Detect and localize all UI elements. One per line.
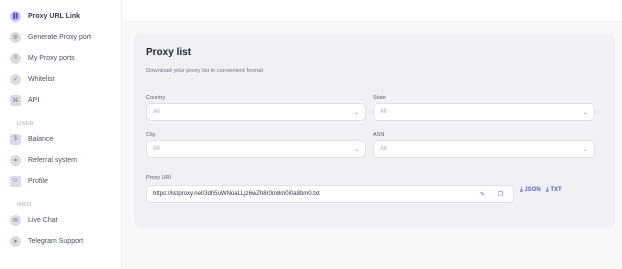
sidebar-item-label: Generate Proxy port bbox=[28, 33, 92, 41]
section-title-info: INFO bbox=[17, 202, 32, 208]
link-icon: ⛓ bbox=[10, 10, 21, 22]
sidebar-item-proxy-url-link[interactable]: ⛓ Proxy URL Link bbox=[10, 8, 80, 24]
download-icon: ⤓ bbox=[546, 187, 549, 193]
sidebar-item-label: Profile bbox=[28, 177, 48, 185]
section-title-user: USER bbox=[17, 121, 34, 127]
sidebar-item-balance[interactable]: $ Balance bbox=[10, 131, 53, 147]
referral-icon: ⚭ bbox=[10, 154, 21, 166]
sidebar-item-telegram-support[interactable]: ➤ Telegram Support bbox=[10, 233, 83, 249]
top-bar bbox=[123, 0, 622, 22]
country-select[interactable]: All ⌄ bbox=[146, 103, 366, 121]
state-select[interactable]: All ⌄ bbox=[373, 103, 595, 121]
json-download-link[interactable]: ⤓ JSON bbox=[520, 187, 541, 194]
country-label: Country bbox=[146, 95, 166, 101]
chevron-down-icon: ⌄ bbox=[582, 147, 588, 153]
proxy-uri-field[interactable]: https://listproxy.net/3dh5uWNoaLLjz6wZh8… bbox=[146, 185, 514, 203]
asn-select[interactable]: All ⌄ bbox=[373, 140, 595, 158]
sidebar-item-referral-system[interactable]: ⚭ Referral system bbox=[10, 152, 77, 168]
city-label: City bbox=[146, 132, 156, 138]
asn-select-value: All bbox=[380, 146, 387, 152]
city-select[interactable]: All ⌄ bbox=[146, 140, 366, 158]
chevron-down-icon: ⌄ bbox=[353, 110, 359, 116]
txt-label: TXT bbox=[550, 187, 562, 193]
chat-icon: ✉ bbox=[10, 214, 21, 226]
txt-download-link[interactable]: ⤓ TXT bbox=[546, 187, 562, 194]
profile-icon: ☺ bbox=[10, 175, 21, 187]
page-title: Proxy list bbox=[146, 47, 192, 58]
sidebar-item-label: Live Chat bbox=[28, 216, 58, 224]
ports-icon: ≡ bbox=[10, 52, 21, 64]
edit-icon[interactable]: ✎ bbox=[478, 190, 487, 199]
chevron-down-icon: ⌄ bbox=[582, 110, 588, 116]
proxy-list-card: Proxy list Download your proxy list in c… bbox=[134, 34, 615, 229]
json-label: JSON bbox=[524, 187, 541, 193]
sidebar-item-whitelist[interactable]: ✓ Whitelist bbox=[10, 71, 54, 87]
whitelist-icon: ✓ bbox=[10, 73, 21, 85]
sidebar-item-label: Proxy URL Link bbox=[28, 12, 80, 20]
sidebar-item-label: Referral system bbox=[28, 156, 78, 164]
sidebar-item-label: Balance bbox=[28, 135, 54, 143]
main-content: Proxy list Download your proxy list in c… bbox=[123, 23, 622, 269]
sidebar-item-label: Whitelist bbox=[28, 75, 55, 83]
state-select-value: All bbox=[380, 109, 387, 115]
sidebar-item-api[interactable]: ⌘ API bbox=[10, 92, 39, 108]
copy-icon[interactable]: ❐ bbox=[496, 190, 505, 199]
generate-icon: ⚙ bbox=[10, 31, 21, 43]
country-select-value: All bbox=[153, 109, 160, 115]
sidebar: ⛓ Proxy URL Link ⚙ Generate Proxy port ≡… bbox=[0, 0, 122, 269]
sidebar-item-generate-proxy-port[interactable]: ⚙ Generate Proxy port bbox=[10, 29, 91, 45]
sidebar-item-label: Telegram Support bbox=[28, 237, 84, 245]
sidebar-item-label: My Proxy ports bbox=[28, 54, 75, 62]
chevron-down-icon: ⌄ bbox=[353, 147, 359, 153]
state-label: State bbox=[373, 95, 386, 101]
page-subtitle: Download your proxy list in convenient f… bbox=[146, 68, 263, 74]
download-icon: ⤓ bbox=[520, 187, 523, 193]
telegram-icon: ➤ bbox=[10, 235, 21, 247]
sidebar-item-live-chat[interactable]: ✉ Live Chat bbox=[10, 212, 58, 228]
api-icon: ⌘ bbox=[10, 94, 21, 106]
asn-label: ASN bbox=[373, 132, 385, 138]
city-select-value: All bbox=[153, 146, 160, 152]
proxy-uri-label: Proxy URI bbox=[146, 175, 172, 181]
sidebar-item-label: API bbox=[28, 96, 40, 104]
proxy-uri-value: https://listproxy.net/3dh5uWNoaLLjz6wZh8… bbox=[153, 191, 320, 197]
sidebar-item-my-proxy-ports[interactable]: ≡ My Proxy ports bbox=[10, 50, 75, 66]
wallet-icon: $ bbox=[10, 133, 21, 145]
sidebar-item-profile[interactable]: ☺ Profile bbox=[10, 173, 48, 189]
